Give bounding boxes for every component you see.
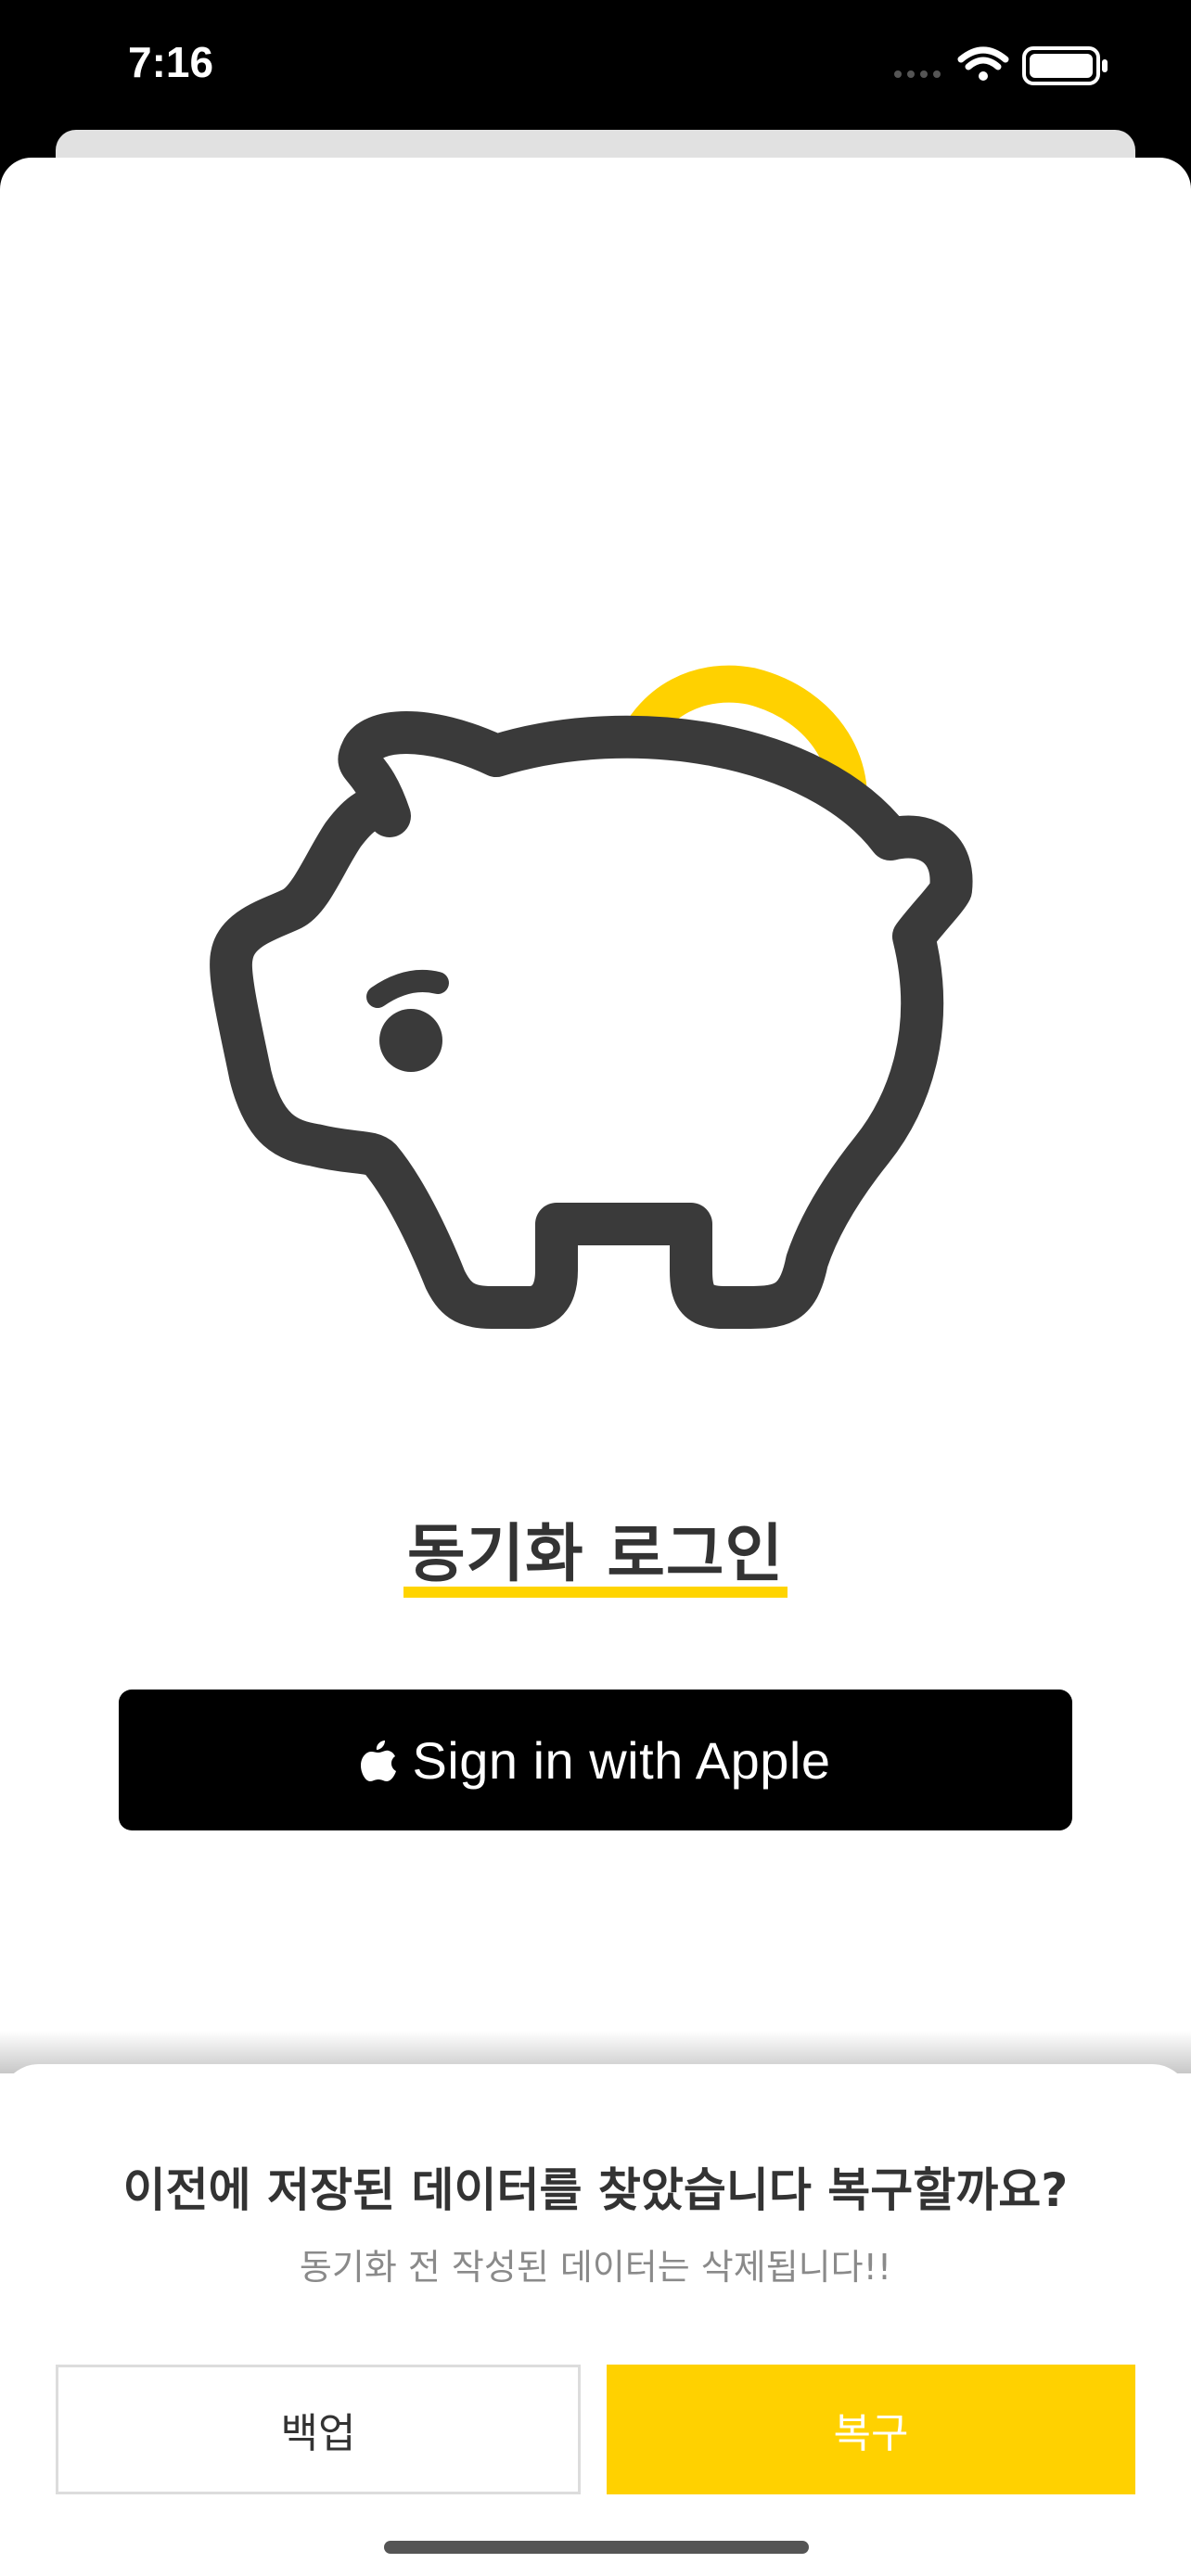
wifi-icon [957,46,1009,81]
backup-button-label: 백업 [280,2410,356,2457]
login-title-text: 동기화 로그인 [406,1518,785,1591]
restore-button[interactable]: 복구 [607,2365,1135,2494]
apple-button-label: Sign in with Apple [412,1730,831,1790]
login-title: 동기화 로그인 [403,1502,788,1598]
battery-icon [1022,46,1108,85]
cellular-signal-icon [894,70,941,78]
status-time: 7:16 [128,38,214,86]
apple-logo-icon [361,1741,397,1781]
login-title-container: 동기화 로그인 [0,1502,1191,1598]
home-indicator[interactable] [384,2541,809,2554]
restore-bottom-sheet: 이전에 저장된 데이터를 찾았습니다 복구할까요? 동기화 전 작성된 데이터는… [0,2064,1191,2576]
restore-sheet-title: 이전에 저장된 데이터를 찾았습니다 복구할까요? [122,2163,1069,2217]
restore-sheet-subtitle: 동기화 전 작성된 데이터는 삭제됩니다!! [299,2247,892,2288]
status-bar: 7:16 [0,0,1191,130]
piggy-bank-icon [210,665,973,1329]
status-icons [894,46,1108,85]
sign-in-with-apple-button[interactable]: Sign in with Apple [119,1690,1072,1830]
restore-button-label: 복구 [833,2410,909,2457]
backup-button[interactable]: 백업 [56,2365,581,2494]
